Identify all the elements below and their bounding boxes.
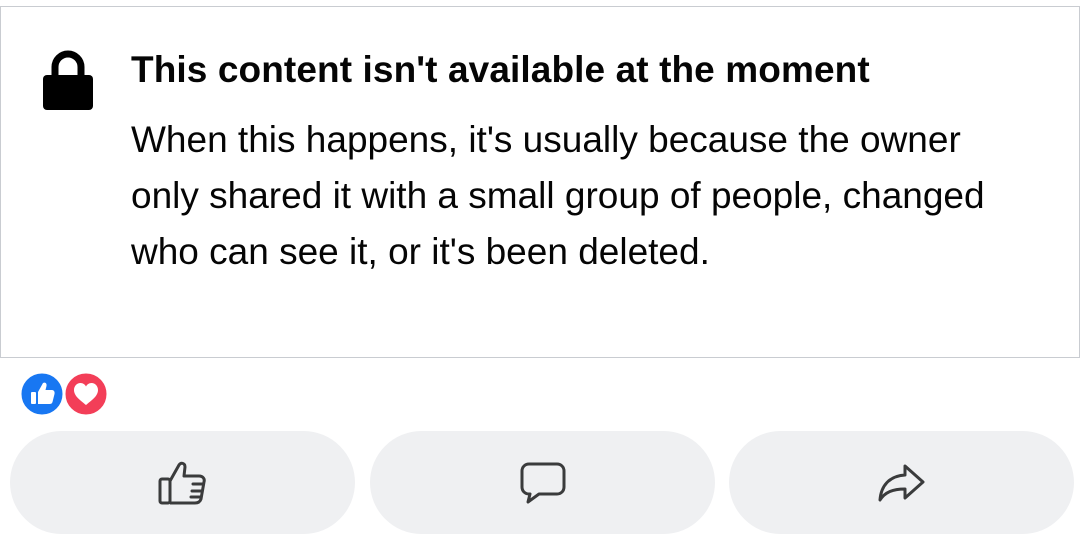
share-icon <box>878 464 924 501</box>
thumbs-up-icon <box>158 461 206 504</box>
like-reaction-icon <box>18 370 66 418</box>
post-content-area: This content isn't available at the mome… <box>0 0 1080 547</box>
comment-icon <box>520 462 565 503</box>
unavailable-content-notice: This content isn't available at the mome… <box>0 6 1080 358</box>
reactions-summary[interactable] <box>18 370 114 418</box>
like-button[interactable] <box>10 431 355 534</box>
notice-title: This content isn't available at the mome… <box>131 49 870 90</box>
lock-icon <box>43 50 93 110</box>
love-reaction-icon <box>62 370 110 418</box>
comment-button[interactable] <box>370 431 715 534</box>
share-button[interactable] <box>729 431 1074 534</box>
notice-body: When this happens, it's usually because … <box>131 119 985 272</box>
